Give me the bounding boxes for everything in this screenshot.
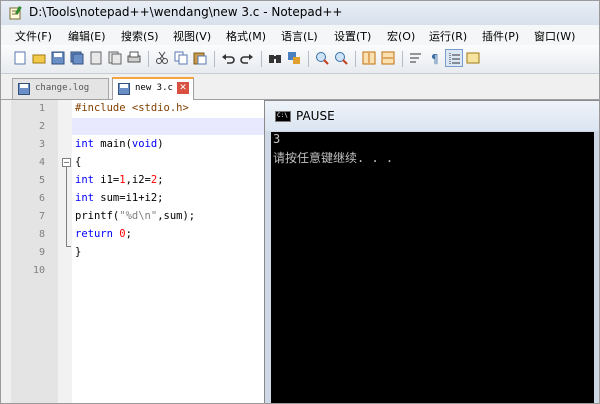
menu-settings[interactable]: 设置(T) xyxy=(334,28,371,44)
menu-macro[interactable]: 宏(O) xyxy=(387,28,415,44)
tab-close-icon[interactable]: ✕ xyxy=(177,82,189,94)
keyword: int xyxy=(75,192,94,204)
line-number: 10 xyxy=(32,265,45,276)
code-line-1: #include <stdio.h> xyxy=(75,102,189,114)
line-number-gutter: 1 2 3 4 5 6 7 8 9 10 xyxy=(11,100,59,403)
line-number: 9 xyxy=(38,247,45,258)
indent-guide-icon[interactable] xyxy=(445,49,463,67)
line-number: 3 xyxy=(38,139,45,150)
user-language-icon[interactable] xyxy=(464,49,482,67)
code-line-7: printf("%d\n",sum); xyxy=(75,210,195,222)
console-output-area[interactable]: 3 请按任意键继续. . . xyxy=(271,132,594,403)
console-title: PAUSE xyxy=(296,109,335,123)
line-number: 1 xyxy=(38,103,45,114)
toolbar-separator xyxy=(148,51,149,67)
code-text: ; xyxy=(157,174,164,186)
menu-search[interactable]: 搜索(S) xyxy=(121,28,159,44)
new-file-icon[interactable] xyxy=(11,49,29,67)
tab-bar: change.log new 3.c ✕ xyxy=(1,75,599,100)
keyword: return xyxy=(75,228,113,240)
redo-icon[interactable] xyxy=(238,49,256,67)
close-all-icon[interactable] xyxy=(106,49,124,67)
saved-file-icon xyxy=(118,83,130,95)
open-file-icon[interactable] xyxy=(30,49,48,67)
code-line-3: int main(void) xyxy=(75,138,164,150)
line-number: 2 xyxy=(38,121,45,132)
code-line-8: return 0; xyxy=(75,228,132,240)
keyword: int xyxy=(75,174,94,186)
fold-guide-line xyxy=(66,167,67,247)
console-title-bar[interactable]: C:\ PAUSE xyxy=(265,101,599,131)
line-number: 4 xyxy=(38,157,45,168)
window-title: D:\Tools\notepad++\wendang\new 3.c - Not… xyxy=(29,5,343,19)
tab-label: change.log xyxy=(35,83,90,93)
console-output-line: 请按任意键继续. . . xyxy=(273,151,394,165)
show-all-characters-icon[interactable]: ¶ xyxy=(426,49,444,67)
menu-format[interactable]: 格式(M) xyxy=(226,28,266,44)
toolbar-separator xyxy=(402,51,403,67)
toolbar-separator xyxy=(214,51,215,67)
tab-label: new 3.c xyxy=(135,83,173,93)
code-line-6: int sum=i1+i2; xyxy=(75,192,164,204)
cut-icon[interactable] xyxy=(153,49,171,67)
code-line-5: int i1=1,i2=2; xyxy=(75,174,164,186)
menu-file[interactable]: 文件(F) xyxy=(15,28,52,44)
find-icon[interactable] xyxy=(266,49,284,67)
sync-vertical-icon[interactable] xyxy=(360,49,378,67)
undo-icon[interactable] xyxy=(219,49,237,67)
code-text: ) xyxy=(157,138,164,150)
menu-view[interactable]: 视图(V) xyxy=(173,28,211,44)
menu-run[interactable]: 运行(R) xyxy=(429,28,467,44)
title-bar: D:\Tools\notepad++\wendang\new 3.c - Not… xyxy=(1,1,599,25)
menu-bar: 文件(F) 编辑(E) 搜索(S) 视图(V) 格式(M) 语言(L) 设置(T… xyxy=(1,25,599,45)
code-text: ; xyxy=(125,228,132,240)
code-line-4: { xyxy=(75,156,82,168)
notepad-app-icon xyxy=(9,6,22,20)
code-line-9: } xyxy=(75,246,82,258)
toolbar-separator xyxy=(261,51,262,67)
line-number: 6 xyxy=(38,193,45,204)
word-wrap-icon[interactable] xyxy=(407,49,425,67)
copy-icon[interactable] xyxy=(172,49,190,67)
tab-change-log[interactable]: change.log xyxy=(12,78,109,99)
toolbar: ¶ xyxy=(1,45,599,74)
replace-icon[interactable] xyxy=(285,49,303,67)
fold-guide-end xyxy=(66,246,71,247)
zoom-in-icon[interactable] xyxy=(313,49,331,67)
line-number: 5 xyxy=(38,175,45,186)
zoom-out-icon[interactable] xyxy=(332,49,350,67)
code-text: ,sum); xyxy=(157,210,196,222)
print-icon[interactable] xyxy=(125,49,143,67)
code-text: main( xyxy=(93,138,132,150)
code-text: ,i2= xyxy=(125,174,151,186)
close-icon[interactable] xyxy=(87,49,105,67)
code-text: printf( xyxy=(75,210,120,222)
toolbar-separator xyxy=(308,51,309,67)
menu-window[interactable]: 窗口(W) xyxy=(534,28,575,44)
string-literal: "%d\n" xyxy=(119,210,158,222)
menu-plugins[interactable]: 插件(P) xyxy=(482,28,519,44)
fold-margin xyxy=(58,100,72,403)
command-prompt-icon: C:\ xyxy=(275,111,291,122)
sync-horizontal-icon[interactable] xyxy=(379,49,397,67)
toolbar-separator xyxy=(355,51,356,67)
keyword: void xyxy=(131,138,158,150)
paste-icon[interactable] xyxy=(191,49,209,67)
svg-text:¶: ¶ xyxy=(431,52,439,65)
save-all-icon[interactable] xyxy=(68,49,86,67)
code-text: i1= xyxy=(93,174,120,186)
fold-toggle-icon[interactable] xyxy=(62,158,71,167)
notepad-plus-plus-window: D:\Tools\notepad++\wendang\new 3.c - Not… xyxy=(0,0,600,404)
console-output-line: 3 xyxy=(273,132,281,146)
console-window[interactable]: C:\ PAUSE 3 请按任意键继续. . . xyxy=(264,100,599,403)
menu-language[interactable]: 语言(L) xyxy=(281,28,318,44)
line-number: 8 xyxy=(38,229,45,240)
saved-file-icon xyxy=(18,83,30,95)
line-number: 7 xyxy=(38,211,45,222)
save-icon[interactable] xyxy=(49,49,67,67)
keyword: int xyxy=(75,138,94,150)
menu-edit[interactable]: 编辑(E) xyxy=(68,28,106,44)
tab-new-3-c[interactable]: new 3.c ✕ xyxy=(112,77,194,100)
code-text: sum=i1+i2; xyxy=(93,192,164,204)
